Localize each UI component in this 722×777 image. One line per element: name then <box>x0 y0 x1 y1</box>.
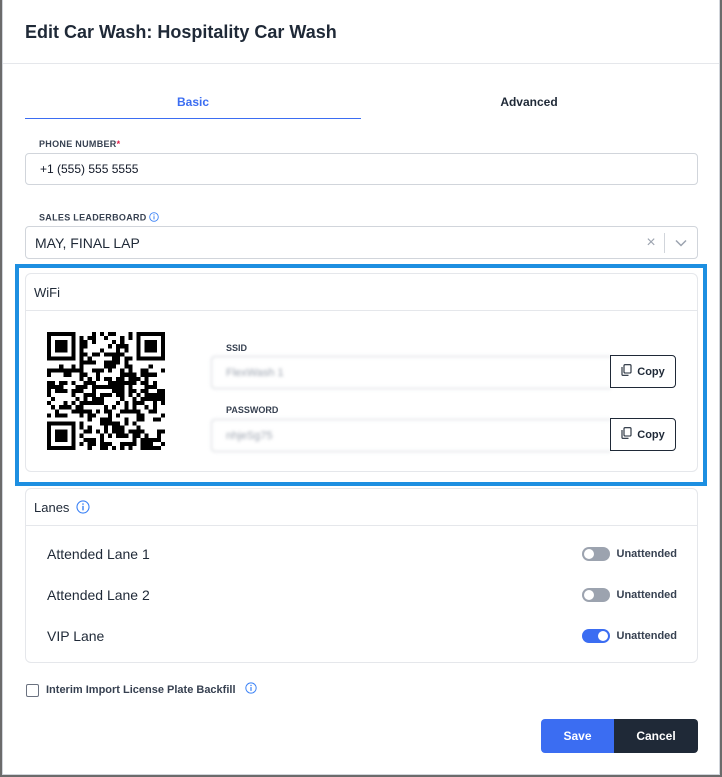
lane-toggle-label: Unattended <box>616 589 678 601</box>
toggle-knob <box>583 590 594 600</box>
phone-number-input[interactable] <box>25 153 698 185</box>
toggle-knob <box>597 631 608 641</box>
lanes-card: Lanes Attended Lane 1 Unattended Attende… <box>25 488 698 663</box>
clear-icon[interactable]: × <box>638 234 664 252</box>
phone-number-label: PHONE NUMBER* <box>39 139 120 149</box>
lanes-card-header: Lanes <box>26 489 697 526</box>
lane-row: Attended Lane 1 Unattended <box>47 543 677 565</box>
info-icon[interactable] <box>149 212 160 224</box>
required-mark: * <box>116 139 121 149</box>
chevron-down-icon[interactable] <box>665 239 697 247</box>
tab-basic[interactable]: Basic <box>25 88 361 119</box>
lane-name: VIP Lane <box>47 628 105 644</box>
lane-name: Attended Lane 1 <box>47 546 150 562</box>
modal-header: Edit Car Wash: Hospitality Car Wash <box>3 0 719 64</box>
backfill-label: Interim Import License Plate Backfill <box>46 684 236 696</box>
sales-leaderboard-label: SALES LEADERBOARD <box>39 212 160 224</box>
sales-leaderboard-select[interactable]: MAY, FINAL LAP × <box>25 226 698 259</box>
sales-leaderboard-value: MAY, FINAL LAP <box>35 234 140 251</box>
info-icon[interactable] <box>76 500 90 517</box>
info-icon[interactable] <box>244 681 257 699</box>
backfill-option: Interim Import License Plate Backfill <box>26 681 257 699</box>
cancel-button[interactable]: Cancel <box>614 719 698 753</box>
lane-toggle[interactable] <box>581 588 610 602</box>
tab-advanced[interactable]: Advanced <box>361 88 697 119</box>
modal-title: Edit Car Wash: Hospitality Car Wash <box>25 22 337 42</box>
sales-leaderboard-label-text: SALES LEADERBOARD <box>39 212 147 223</box>
lane-toggle-label: Unattended <box>616 548 678 560</box>
save-button[interactable]: Save <box>541 719 614 753</box>
lane-row: VIP Lane Unattended <box>47 625 677 647</box>
backfill-checkbox[interactable] <box>26 683 39 697</box>
phone-number-label-text: PHONE NUMBER <box>39 139 117 149</box>
wifi-highlight-frame <box>15 264 707 486</box>
toggle-knob <box>583 549 594 559</box>
lane-toggle-label: Unattended <box>616 630 678 642</box>
lanes-card-title: Lanes <box>34 500 70 515</box>
lane-name: Attended Lane 2 <box>47 587 150 603</box>
lane-toggle[interactable] <box>581 547 610 561</box>
lane-row: Attended Lane 2 Unattended <box>47 584 677 606</box>
lane-toggle[interactable] <box>581 629 610 643</box>
tab-bar: Basic Advanced <box>25 88 697 119</box>
